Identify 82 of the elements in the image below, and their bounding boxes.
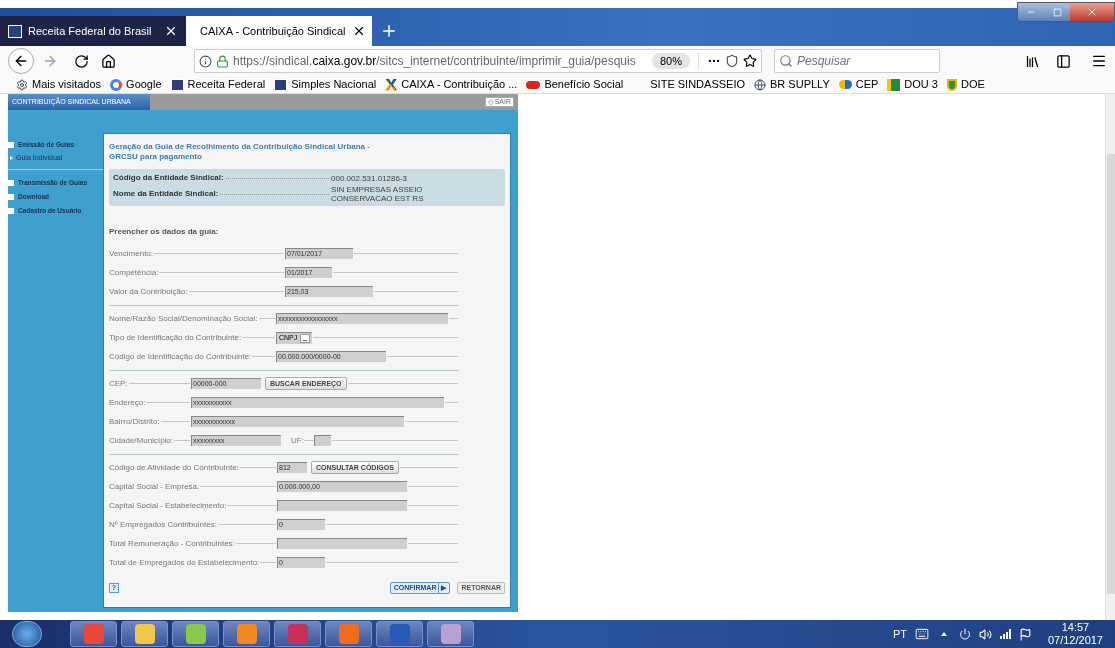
address-bar[interactable]: https://sindical.caixa.gov.br/sitcs_internet/contribuinte/imprimir_guia/pesquis 80% [194,49,762,73]
browser-tab[interactable]: CAIXA - Contribuição Sindical [186,16,372,46]
reload-icon[interactable] [74,53,89,69]
bookmark[interactable]: DOE [947,76,985,93]
bookmark[interactable]: CAIXA - Contribuição ... [385,76,518,93]
bookmark[interactable]: DOU 3 [887,76,938,93]
entity-label: Código da Entidade Sindical: [113,172,224,184]
close-icon [1086,6,1098,18]
field-label: CEP: [109,379,128,388]
input-field[interactable] [277,500,407,511]
field-label: Capital Social - Empresa: [109,482,200,491]
tray-expand-icon[interactable] [940,632,947,636]
back-button[interactable] [8,48,34,74]
field-label: Nome/Razão Social/Denominação Social: [109,314,258,323]
bookmark[interactable]: Mais visitados [16,76,102,93]
taskbar-app-icon[interactable] [427,621,474,647]
field-label: Cidade/Município: [109,436,174,445]
start-button[interactable] [12,621,42,647]
field-label: Valor da Contribuição: [109,287,188,296]
flag-icon[interactable] [1018,627,1032,641]
field-label: Endereço: [109,398,146,407]
bookmark[interactable]: BR SUPLLY [754,76,830,93]
taskbar-app-icon[interactable] [121,621,168,647]
browser-tab[interactable]: Receita Federal do Brasil [0,16,186,46]
globe-icon [754,78,766,91]
bookmark[interactable]: Google [110,76,162,93]
entity-label: Nome da Entidade Sindical: [113,188,219,200]
power-icon [487,99,494,105]
x-logo-icon [385,78,398,91]
home-icon[interactable] [101,53,116,69]
taskbar-app-icon[interactable] [172,621,219,647]
field-label: Total Remuneração - Contribuintes: [109,539,235,548]
taskbar-app-icon[interactable] [223,621,270,647]
input-field[interactable] [313,435,331,446]
library-icon[interactable] [1025,53,1040,69]
zoom-badge[interactable]: 80% [651,52,690,70]
field-label: Total de Empregados do Estabelecimento: [109,558,260,567]
bookmark[interactable]: Simples Nacional [274,76,377,93]
search-field[interactable]: Pesquisar [797,52,935,70]
flag-logo-icon [887,78,901,91]
maximize-icon [1052,7,1062,17]
scrollbar[interactable] [1105,94,1115,620]
triangle-icon [10,156,13,160]
info-icon [199,54,212,68]
crest-icon [947,78,957,91]
field-label: Competência: [109,268,159,277]
power-icon[interactable] [958,628,971,640]
entity-value: SIN EMPRESAS ASSEIO CONSERVACAO EST RS [331,185,425,203]
search-icon [779,54,793,68]
speaker-icon[interactable] [978,627,992,641]
section-title: Preencher os dados da guia: [109,226,220,238]
field-label: Código de Atividade do Contribuinte: [109,463,239,472]
form-title: Geração da Guia de Recolhimento da Contribuição Sindical Urbana - GRCSU para pagamento [109,142,371,162]
sidebar-icon[interactable] [1056,53,1071,69]
menu-icon[interactable] [1091,53,1107,69]
cep-logo-icon [838,80,852,89]
language-indicator[interactable]: PT [892,625,907,643]
bookmark[interactable]: Receita Federal [170,76,266,93]
bookmark[interactable]: CEP [838,76,879,93]
new-tab-icon[interactable] [380,22,398,40]
clock-time[interactable]: 14:57 [1061,621,1090,634]
lock-warning-icon [216,54,229,68]
entity-value: 000.002.531.01286-3 [331,173,409,183]
signal-icon[interactable] [999,629,1011,639]
url-text: https://sindical.caixa.gov.br/sitcs_internet/contribuinte/imprimir_guia/pesquis [233,53,637,70]
field-label: Tipo de Identificação do Contribuinte: [109,333,242,342]
bookmark[interactable]: Benefício Social [526,76,624,93]
g-logo-icon [110,78,123,91]
clock-date[interactable]: 07/12/2017 [1047,634,1103,647]
gear-icon [16,78,28,91]
input-field[interactable] [277,538,407,549]
search-box[interactable]: Pesquisar [774,49,940,73]
star-icon[interactable] [743,54,757,68]
field-label: UF: [291,434,304,447]
close-icon[interactable] [164,24,178,38]
bookmark[interactable]: SITE SINDASSEIO [650,76,745,93]
field-label: Código de Identificação do Contribuinte: [109,352,252,361]
field-label: Vencimento: [109,249,154,258]
field-label: Bairro/Distrito: [109,417,160,426]
keyboard-icon[interactable] [914,627,929,641]
field-label: Nº Empregados Contribuintes: [109,520,217,529]
field-label: Capital Social - Estabelecimento: [109,501,227,510]
